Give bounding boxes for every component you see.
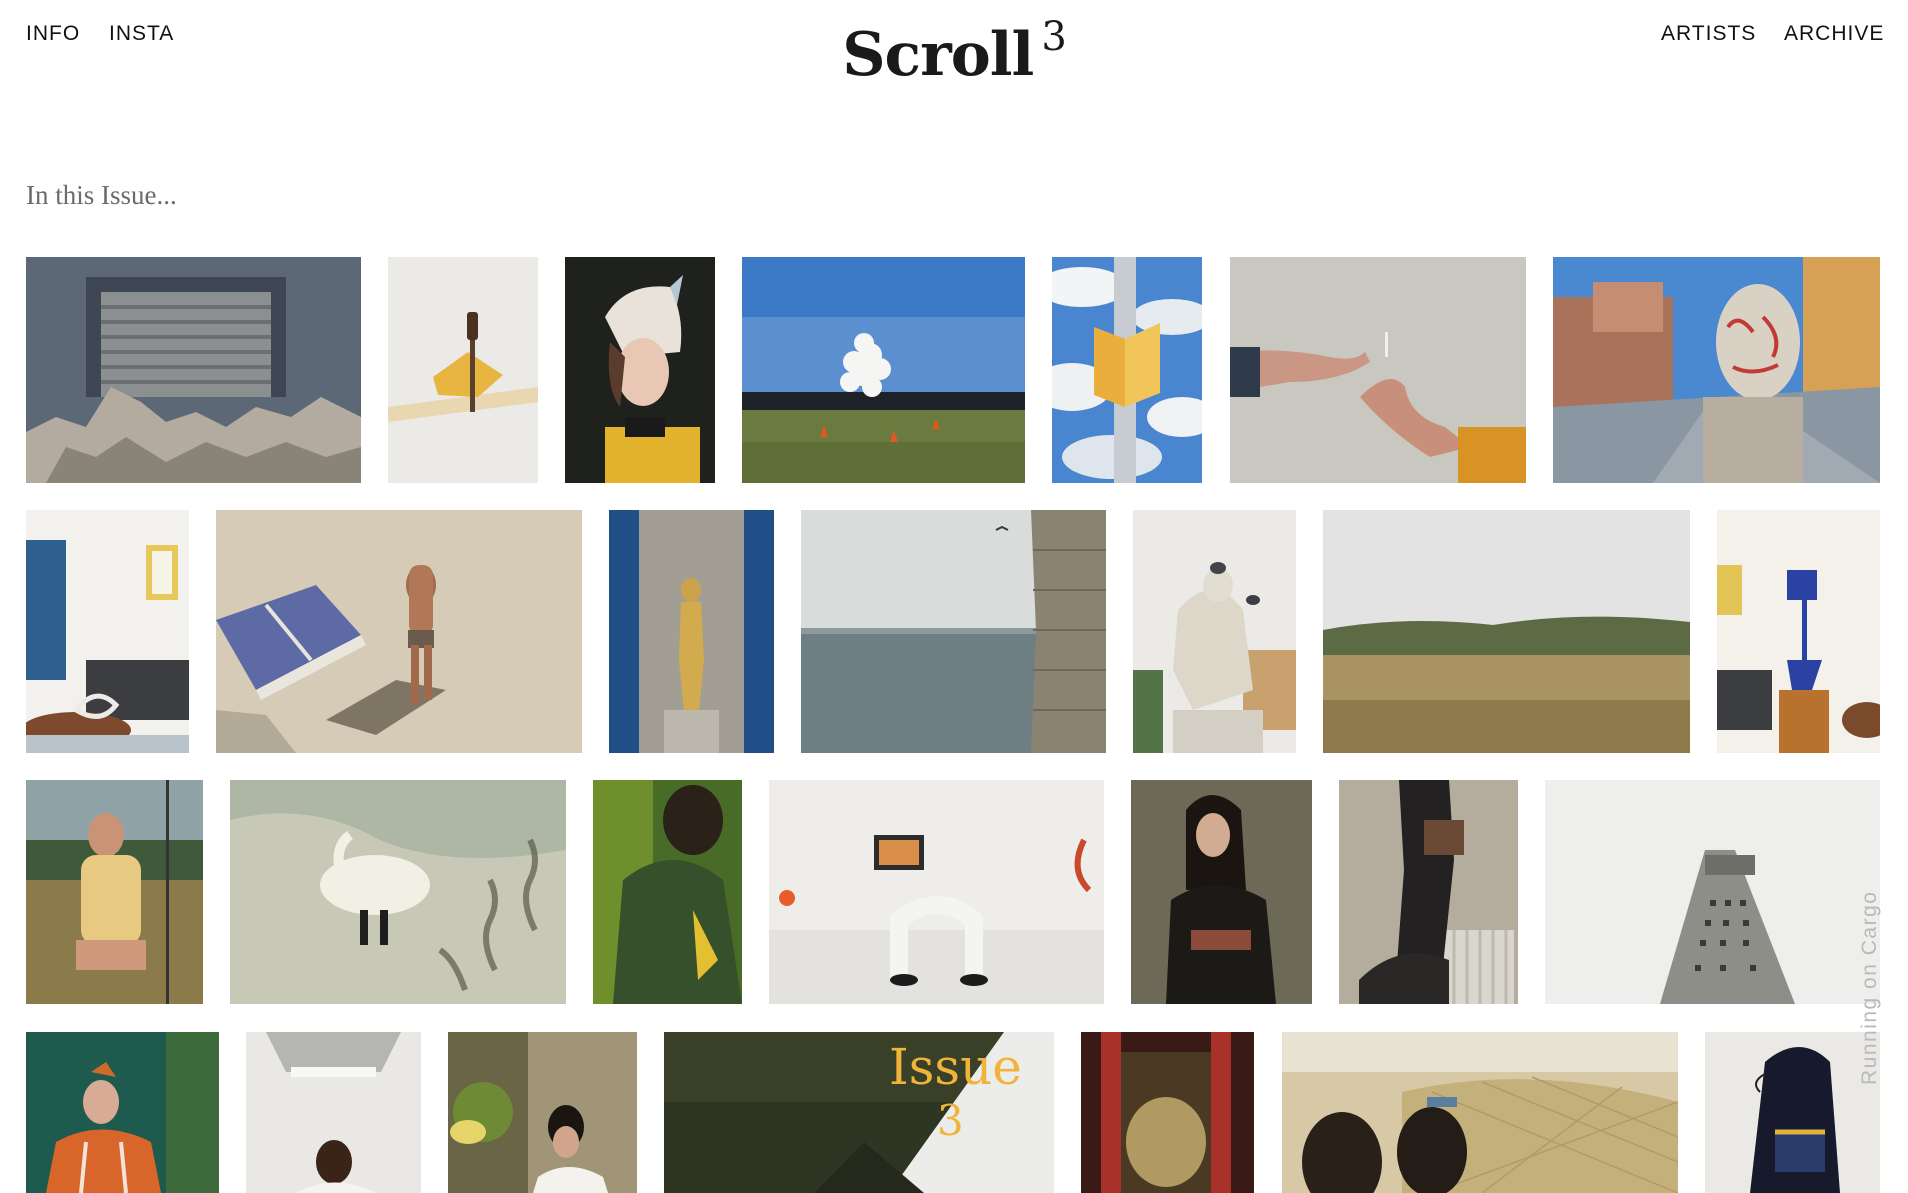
thumb-image: [593, 780, 742, 1004]
thumb-image: [1282, 1032, 1678, 1193]
thumb-hands-cigarette[interactable]: [1230, 257, 1526, 483]
thumb-image: [246, 1032, 421, 1193]
thumb-issue-3-cover[interactable]: Issue 3: [664, 1032, 1054, 1193]
thumb-sign-pole-sky[interactable]: [1052, 257, 1202, 483]
thumb-image: [216, 510, 582, 753]
thumb-image: [1339, 780, 1518, 1004]
nav-artists-link[interactable]: ARTISTS: [1661, 22, 1756, 46]
thumb-image: [26, 780, 203, 1004]
thumb-image: [742, 257, 1025, 483]
logo-superscript: 3: [1041, 14, 1066, 60]
thumb-image: [609, 510, 774, 753]
thumb-image: [1553, 257, 1880, 483]
thumb-balloons-field[interactable]: [742, 257, 1025, 483]
thumb-image: [230, 780, 566, 1004]
intro-heading: In this Issue...: [26, 180, 177, 210]
site-logo[interactable]: Scroll 3: [0, 14, 1908, 90]
thumb-rocks-window[interactable]: [26, 257, 361, 483]
thumb-image: [1052, 257, 1202, 483]
nav-archive-link[interactable]: ARCHIVE: [1784, 22, 1884, 46]
thumb-image: [801, 510, 1106, 753]
cover-issue-word: Issue: [889, 1038, 1022, 1096]
thumb-tiled-wall[interactable]: [1282, 1032, 1678, 1193]
thumb-interior-sofa[interactable]: [26, 510, 189, 753]
thumb-gold-statue[interactable]: [609, 510, 774, 753]
thumb-person-park[interactable]: [26, 780, 203, 1004]
thumb-image: [448, 1032, 637, 1193]
thumb-image: [1230, 257, 1526, 483]
thumb-image: [1323, 510, 1690, 753]
cover-issue-number: 3: [937, 1096, 964, 1145]
thumb-image: [1133, 510, 1296, 753]
thumb-woman-dark[interactable]: [1131, 780, 1312, 1004]
thumb-image: [1717, 510, 1880, 753]
thumb-swan-sand[interactable]: [230, 780, 566, 1004]
running-on-cargo-link[interactable]: Running on Cargo: [1858, 891, 1882, 1085]
thumb-dunes-field[interactable]: [1323, 510, 1690, 753]
thumb-sea-building[interactable]: [801, 510, 1106, 753]
thumb-knife-sculpture[interactable]: [388, 257, 538, 483]
thumb-green-portrait[interactable]: [593, 780, 742, 1004]
thumb-hooded-figure[interactable]: [1705, 1032, 1880, 1193]
logo-text: Scroll: [842, 20, 1034, 90]
thumb-bust-street[interactable]: [1553, 257, 1880, 483]
thumb-light-portrait[interactable]: [246, 1032, 421, 1193]
thumb-image: [1705, 1032, 1880, 1193]
thumb-tower-block[interactable]: [1545, 780, 1880, 1004]
thumb-orange-tracksuit[interactable]: [26, 1032, 219, 1193]
thumb-statue-pigeons[interactable]: [1133, 510, 1296, 753]
thumb-image: [1131, 780, 1312, 1004]
thumb-image: [26, 1032, 219, 1193]
thumb-image: [565, 257, 715, 483]
thumb-ironwork-portrait[interactable]: [448, 1032, 637, 1193]
thumb-ping-pong-man[interactable]: [216, 510, 582, 753]
thumb-gallery-sculpture[interactable]: [769, 780, 1104, 1004]
thumb-image: [26, 510, 189, 753]
thumb-leather-radiator[interactable]: [1339, 780, 1518, 1004]
thumb-image: [1081, 1032, 1254, 1193]
thumb-bonnet-portrait[interactable]: [565, 257, 715, 483]
thumb-image: [388, 257, 538, 483]
thumb-red-doorway[interactable]: [1081, 1032, 1254, 1193]
thumb-interior-sculpture[interactable]: [1717, 510, 1880, 753]
thumb-image: [769, 780, 1104, 1004]
thumb-image: [26, 257, 361, 483]
thumb-image: [1545, 780, 1880, 1004]
